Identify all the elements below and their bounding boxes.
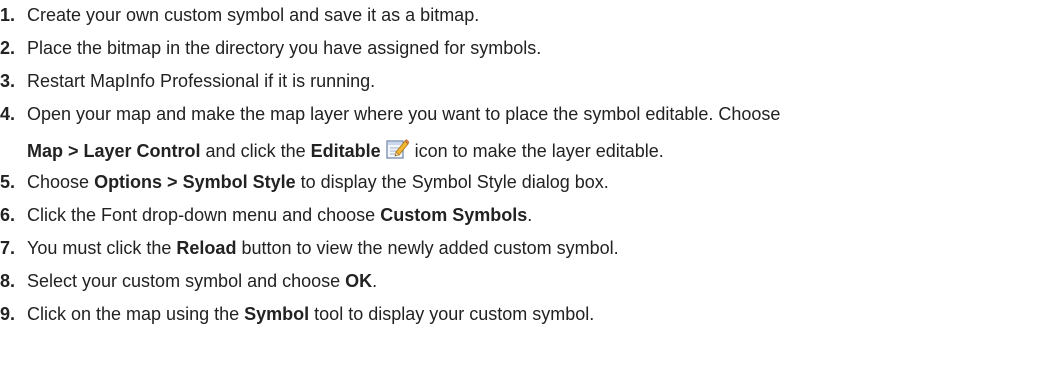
step-text: Create your own custom symbol and save i… — [27, 5, 480, 25]
step-text: icon to make the layer editable. — [414, 141, 664, 161]
step-number: 4 — [0, 101, 15, 127]
step-5: 5 Choose Options > Symbol Style to displ… — [0, 169, 1062, 195]
ui-term: Reload — [176, 238, 237, 258]
menu-path: Options > Symbol Style — [94, 172, 296, 192]
step-number: 2 — [0, 35, 15, 61]
step-text: You must click the — [27, 238, 172, 258]
step-7: 7 You must click the Reload button to vi… — [0, 235, 1062, 261]
step-text: . — [372, 271, 378, 291]
menu-path: Map > Layer Control — [27, 141, 201, 161]
step-9: 9 Click on the map using the Symbol tool… — [0, 301, 1062, 327]
step-text: tool to display your custom symbol. — [314, 304, 595, 324]
step-2: 2 Place the bitmap in the directory you … — [0, 35, 1062, 61]
step-number: 8 — [0, 268, 15, 294]
ui-term: Symbol — [244, 304, 310, 324]
step-number: 9 — [0, 301, 15, 327]
ui-term: OK — [345, 271, 373, 291]
step-text: Click the Font drop-down menu and choose — [27, 205, 376, 225]
step-number: 7 — [0, 235, 15, 261]
step-6: 6 Click the Font drop-down menu and choo… — [0, 202, 1062, 228]
editable-label: Editable — [310, 141, 381, 161]
step-text: button to view the newly added custom sy… — [241, 238, 619, 258]
step-text: and click the — [205, 141, 306, 161]
step-number: 1 — [0, 2, 15, 28]
step-number: 6 — [0, 202, 15, 228]
step-text: Select your custom symbol and choose — [27, 271, 341, 291]
step-3: 3 Restart MapInfo Professional if it is … — [0, 68, 1062, 94]
step-text: Place the bitmap in the directory you ha… — [27, 38, 542, 58]
step-number: 3 — [0, 68, 15, 94]
step-text: Restart MapInfo Professional if it is ru… — [27, 71, 376, 91]
step-text: Choose — [27, 172, 90, 192]
step-text: Open your map and make the map layer whe… — [27, 104, 781, 124]
step-number: 5 — [0, 169, 15, 195]
step-1: 1 Create your own custom symbol and save… — [0, 2, 1062, 28]
step-continuation: Map > Layer Control and click the Editab… — [27, 136, 1062, 164]
step-8: 8 Select your custom symbol and choose O… — [0, 268, 1062, 294]
edit-pencil-icon — [385, 136, 410, 160]
step-4: 4 Open your map and make the map layer w… — [0, 101, 1062, 162]
procedure-steps: 1 Create your own custom symbol and save… — [0, 2, 1062, 327]
ui-term: Custom Symbols — [380, 205, 528, 225]
step-text: . — [527, 205, 533, 225]
step-text: to display the Symbol Style dialog box. — [300, 172, 609, 192]
step-text: Click on the map using the — [27, 304, 240, 324]
